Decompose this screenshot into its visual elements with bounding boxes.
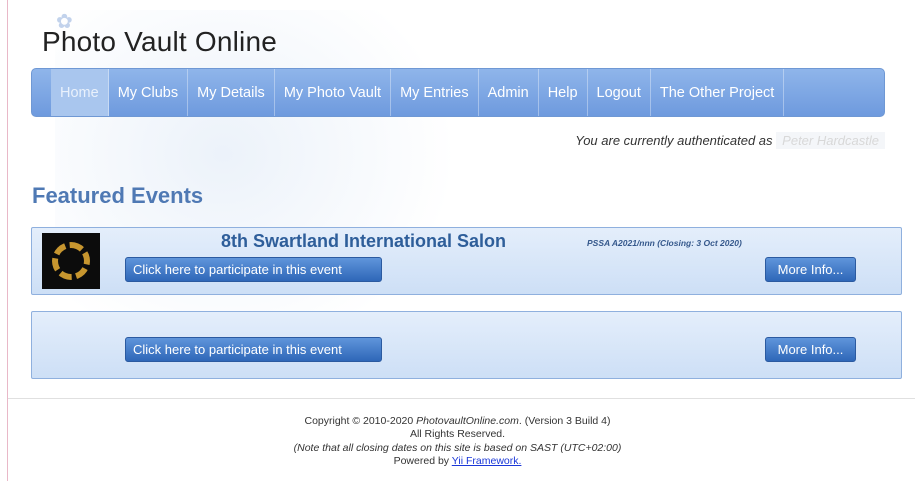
footer-site-name: PhotovaultOnline.com (416, 415, 519, 427)
nav-home[interactable]: Home (51, 69, 109, 116)
footer-divider (8, 398, 915, 399)
footer: Copyright © 2010-2020 PhotovaultOnline.c… (0, 415, 915, 468)
nav-my-entries[interactable]: My Entries (391, 69, 479, 116)
nav-other-project[interactable]: The Other Project (651, 69, 785, 116)
event-card: 8th Swartland International Salon PSSA A… (31, 227, 902, 295)
featured-events-heading: Featured Events (32, 183, 204, 208)
laurel-wreath-icon (52, 242, 90, 280)
auth-prefix: You are currently authenticated as (575, 133, 773, 148)
nav-help[interactable]: Help (539, 69, 588, 116)
nav-logout[interactable]: Logout (588, 69, 651, 116)
nav-admin[interactable]: Admin (479, 69, 539, 116)
footer-rights: All Rights Reserved. (409, 428, 506, 441)
footer-powered-prefix: Powered by (393, 454, 450, 467)
footer-copyright: Copyright © 2010-2020 (304, 415, 414, 427)
more-info-button[interactable]: More Info... (765, 257, 856, 282)
participate-button[interactable]: Click here to participate in this event (125, 257, 382, 282)
auth-user: Peter Hardcastle (776, 132, 885, 149)
more-info-button[interactable]: More Info... (765, 337, 856, 362)
footer-copyright-line: Copyright © 2010-2020 PhotovaultOnline.c… (0, 415, 915, 428)
nav-my-photo-vault[interactable]: My Photo Vault (275, 69, 392, 116)
participate-button[interactable]: Click here to participate in this event (125, 337, 382, 362)
main-navbar: Home My Clubs My Details My Photo Vault … (31, 68, 885, 117)
event-title: 8th Swartland International Salon (221, 231, 507, 251)
nav-my-details[interactable]: My Details (188, 69, 275, 116)
footer-version: . (Version 3 Build 4) (518, 415, 611, 427)
yii-framework-link[interactable]: Yii Framework. (452, 455, 522, 467)
site-title: Photo Vault Online (42, 26, 278, 57)
left-border (7, 0, 8, 481)
event-meta: PSSA A2021/nnn (Closing: 3 Oct 2020) (587, 238, 742, 248)
event-card: Click here to participate in this event … (31, 311, 902, 379)
auth-status: You are currently authenticated as Peter… (575, 132, 885, 149)
footer-powered-line: Powered by Yii Framework. (0, 455, 915, 468)
event-thumbnail (42, 233, 100, 289)
nav-my-clubs[interactable]: My Clubs (109, 69, 189, 116)
footer-note: (Note that all closing dates on this sit… (293, 441, 622, 454)
